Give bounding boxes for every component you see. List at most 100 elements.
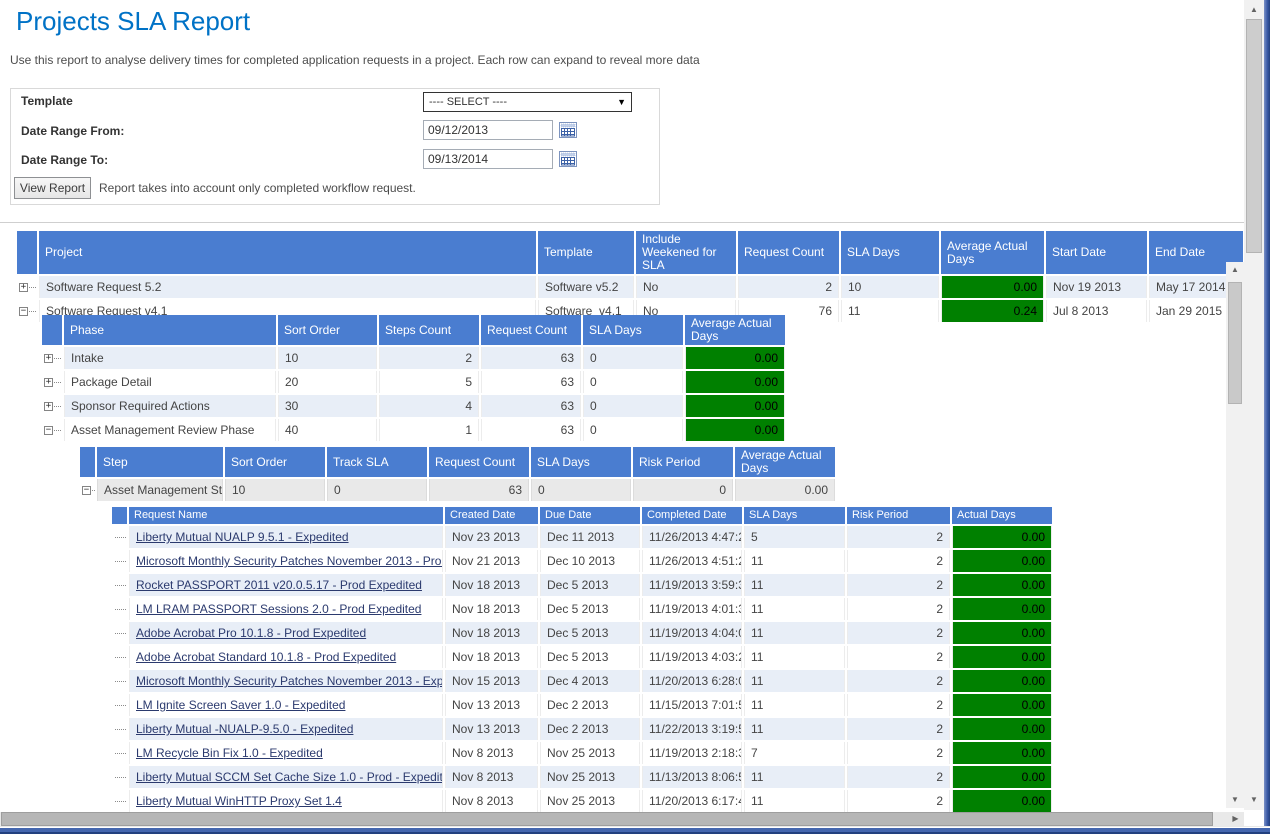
risk-period-cell: 2 [847, 694, 950, 716]
expander-icon[interactable]: − [19, 307, 28, 316]
sla-days-cell: 11 [744, 646, 845, 668]
request-link[interactable]: LM Ignite Screen Saver 1.0 - Expedited [136, 698, 345, 712]
horizontal-scrollbar[interactable]: ▶ [0, 812, 1244, 826]
avg-actual-days-cell: 0.00 [685, 419, 785, 441]
request-link[interactable]: Liberty Mutual SCCM Set Cache Size 1.0 -… [136, 770, 443, 784]
sla-days-cell: 11 [744, 670, 845, 692]
date-from-label: Date Range From: [21, 124, 124, 138]
col-request-name: Request Name [129, 507, 443, 524]
request-link[interactable]: Microsoft Monthly Security Patches Novem… [136, 674, 443, 688]
request-link[interactable]: Liberty Mutual NUALP 9.5.1 - Expedited [136, 530, 349, 544]
steps-header-row: Step Sort Order Track SLA Request Count … [80, 447, 835, 477]
col-sla-days: SLA Days [841, 231, 939, 274]
expander-header-cell [80, 447, 95, 477]
scroll-down-icon[interactable]: ▼ [1226, 792, 1244, 808]
expander-icon[interactable]: + [19, 283, 28, 292]
steps-table: Step Sort Order Track SLA Request Count … [78, 445, 837, 503]
request-link[interactable]: Liberty Mutual WinHTTP Proxy Set 1.4 [136, 794, 342, 808]
completed-date-cell: 11/26/2013 4:47:2... [642, 526, 742, 548]
page-vertical-scrollbar[interactable]: ▲ ▼ [1244, 0, 1264, 810]
date-to-input[interactable] [423, 149, 553, 169]
sla-days-cell: 0 [583, 371, 683, 393]
request-count-cell: 63 [429, 479, 529, 501]
calendar-icon[interactable] [559, 150, 577, 167]
tree-branch-icon [29, 311, 37, 312]
request-link[interactable]: LM Recycle Bin Fix 1.0 - Expedited [136, 746, 323, 760]
due-date-cell: Dec 5 2013 [540, 622, 640, 644]
col-template: Template [538, 231, 634, 274]
col-sort-order: Sort Order [225, 447, 325, 477]
request-count-cell: 63 [481, 419, 581, 441]
steps-count-cell: 2 [379, 347, 479, 369]
actual-days-cell: 0.00 [952, 694, 1052, 716]
expander-icon[interactable]: + [44, 402, 53, 411]
template-select[interactable]: ---- SELECT ---- ▼ [423, 92, 632, 112]
col-completed-date: Completed Date [642, 507, 742, 524]
actual-days-cell: 0.00 [952, 718, 1052, 740]
tree-branch-icon [115, 657, 126, 658]
steps-count-cell: 5 [379, 371, 479, 393]
scroll-up-icon[interactable]: ▲ [1226, 262, 1244, 278]
request-link[interactable]: Adobe Acrobat Standard 10.1.8 - Prod Exp… [136, 650, 396, 664]
expander-icon[interactable]: + [44, 378, 53, 387]
phase-cell: Intake [64, 347, 276, 369]
actual-days-cell: 0.00 [952, 790, 1052, 812]
avg-actual-days-cell: 0.00 [685, 347, 785, 369]
created-date-cell: Nov 23 2013 [445, 526, 538, 548]
phases-header-row: Phase Sort Order Steps Count Request Cou… [42, 315, 785, 345]
completed-date-cell: 11/22/2013 3:19:5... [642, 718, 742, 740]
scroll-down-icon[interactable]: ▼ [1244, 792, 1264, 808]
created-date-cell: Nov 8 2013 [445, 742, 538, 764]
actual-days-cell: 0.00 [952, 766, 1052, 788]
created-date-cell: Nov 18 2013 [445, 598, 538, 620]
phase-cell: Sponsor Required Actions [64, 395, 276, 417]
projects-table: Project Template Include Weekened for SL… [15, 229, 1244, 324]
request-link[interactable]: Adobe Acrobat Pro 10.1.8 - Prod Expedite… [136, 626, 366, 640]
completed-date-cell: 11/19/2013 2:18:3... [642, 742, 742, 764]
phase-row: + Package Detail 20 5 63 0 0.00 [42, 371, 785, 393]
inner-vertical-scrollbar-thumb[interactable] [1228, 282, 1242, 404]
horizontal-scrollbar-thumb[interactable] [1, 812, 1213, 826]
track-sla-cell: 0 [327, 479, 427, 501]
request-name-cell: LM Ignite Screen Saver 1.0 - Expedited [129, 694, 443, 716]
phase-row: − Asset Management Review Phase 40 1 63 … [42, 419, 785, 441]
request-link[interactable]: Liberty Mutual -NUALP-9.5.0 - Expedited [136, 722, 353, 736]
calendar-icon[interactable] [559, 121, 577, 138]
page-vertical-scrollbar-thumb[interactable] [1246, 19, 1262, 253]
tree-branch-icon [115, 609, 126, 610]
request-name-cell: LM LRAM PASSPORT Sessions 2.0 - Prod Exp… [129, 598, 443, 620]
request-link[interactable]: LM LRAM PASSPORT Sessions 2.0 - Prod Exp… [136, 602, 421, 616]
tree-branch-icon [115, 777, 126, 778]
due-date-cell: Dec 11 2013 [540, 526, 640, 548]
scroll-up-icon[interactable]: ▲ [1244, 2, 1264, 18]
view-report-button[interactable]: View Report [14, 177, 91, 199]
actual-days-cell: 0.00 [952, 646, 1052, 668]
actual-days-cell: 0.00 [952, 574, 1052, 596]
request-link[interactable]: Rocket PASSPORT 2011 v20.0.5.17 - Prod E… [136, 578, 422, 592]
col-sla-days: SLA Days [583, 315, 683, 345]
avg-actual-days-cell: 0.00 [735, 479, 835, 501]
request-link[interactable]: Microsoft Monthly Security Patches Novem… [136, 554, 443, 568]
created-date-cell: Nov 18 2013 [445, 646, 538, 668]
avg-actual-days-cell: 0.00 [941, 276, 1044, 298]
scroll-right-icon[interactable]: ▶ [1227, 812, 1244, 826]
actual-days-cell: 0.00 [952, 598, 1052, 620]
col-sort-order: Sort Order [278, 315, 377, 345]
request-row: Adobe Acrobat Standard 10.1.8 - Prod Exp… [112, 646, 1052, 668]
sort-order-cell: 30 [278, 395, 377, 417]
expander-icon[interactable]: − [82, 486, 91, 495]
risk-period-cell: 2 [847, 790, 950, 812]
inner-vertical-scrollbar[interactable]: ▲ ▼ [1226, 262, 1244, 808]
chevron-down-icon[interactable]: ▼ [617, 97, 626, 107]
sla-days-cell: 11 [744, 574, 845, 596]
col-avg-actual-days: Average Actual Days [685, 315, 785, 345]
expander-icon[interactable]: + [44, 354, 53, 363]
due-date-cell: Nov 25 2013 [540, 790, 640, 812]
date-to-label: Date Range To: [21, 153, 108, 167]
request-name-cell: Microsoft Monthly Security Patches Novem… [129, 550, 443, 572]
expander-icon[interactable]: − [44, 426, 53, 435]
sla-days-cell: 11 [744, 622, 845, 644]
request-count-cell: 63 [481, 347, 581, 369]
col-request-count: Request Count [429, 447, 529, 477]
date-from-input[interactable] [423, 120, 553, 140]
